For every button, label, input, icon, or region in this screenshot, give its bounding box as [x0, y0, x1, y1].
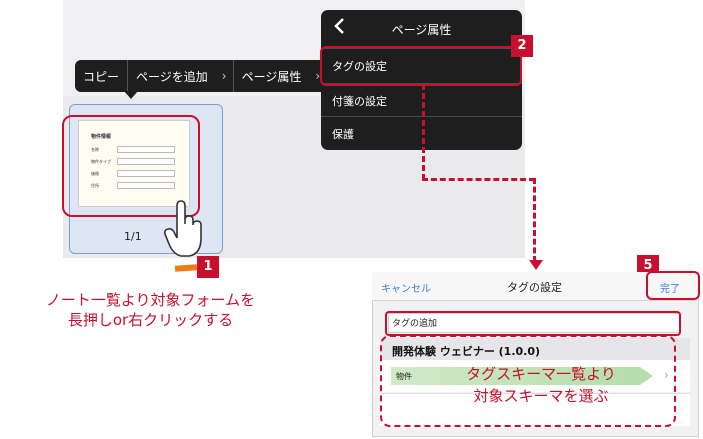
highlight-done — [646, 271, 700, 300]
caption-line: ノート一覧より対象フォームを — [45, 291, 256, 309]
caption-line: 長押しor右クリックする — [67, 311, 234, 329]
note-line: 対象スキーマを選ぶ — [473, 387, 609, 405]
step-badge-1: 1 — [197, 256, 219, 278]
highlight-tag-settings — [320, 46, 522, 86]
menu-item-add-page[interactable]: ページを追加 — [128, 60, 216, 92]
connector-line — [533, 178, 536, 262]
tap-hand-icon — [163, 198, 207, 260]
menu-item-copy[interactable]: コピー — [75, 60, 127, 92]
note-line: タグスキーマ一覧より — [466, 365, 616, 383]
step1-caption: ノート一覧より対象フォームを 長押しor右クリックする — [8, 290, 293, 330]
connector-arrow-icon — [529, 260, 543, 270]
step-badge-2: 2 — [511, 35, 533, 57]
connector-line — [422, 178, 535, 181]
popover-title: ページ属性 — [391, 23, 452, 37]
popover-item-label: 保護 — [332, 128, 354, 141]
page-number-label: 1/1 — [124, 230, 142, 243]
menu-item-page-attributes[interactable]: ページ属性 — [234, 60, 310, 92]
chevron-right-icon: › — [221, 69, 227, 83]
menu-pointer — [124, 91, 138, 99]
connector-line — [422, 84, 425, 180]
step4-note: タグスキーマ一覧より 対象スキーマを選ぶ — [396, 363, 686, 407]
highlight-tag-input — [385, 311, 681, 336]
hand-cuff — [174, 264, 198, 272]
popover-item-label: 付箋の設定 — [332, 95, 387, 108]
